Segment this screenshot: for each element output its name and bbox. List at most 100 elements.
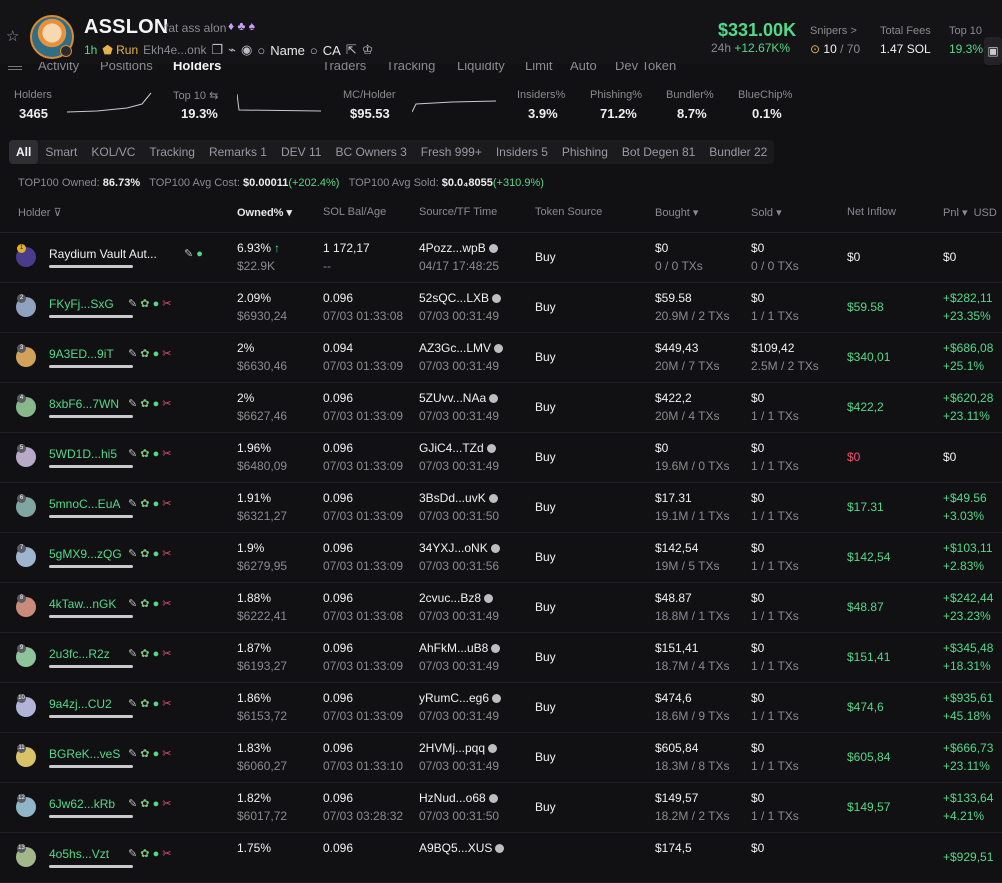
table-row[interactable]: 11 BGReK...veS ✎ ✿ ● ✂ 1.83% $6060,27 0.… [0, 733, 1002, 783]
share-icon[interactable]: ⇱ [346, 42, 357, 58]
holder-tags: ✎ ✿ ● ✂ [128, 547, 172, 560]
table-row[interactable]: 12 6Jw62...kRb ✎ ✿ ● ✂ 1.82% $6017,72 0.… [0, 783, 1002, 833]
funding-source[interactable]: 52sQC...LXB [419, 291, 502, 305]
column-holder[interactable]: Holder ⊽ [18, 206, 62, 219]
table-row[interactable]: 1 Raydium Vault Aut... ✎ ● 6.93% $22.9K … [0, 233, 1002, 283]
holder-address[interactable]: BGReK...veS [49, 747, 120, 761]
holder-address[interactable]: 4kTaw...nGK [49, 597, 116, 611]
funding-source[interactable]: AhFkM...uB8 [419, 641, 501, 655]
holder-address[interactable]: 9A3ED...9iT [49, 347, 114, 361]
funding-source[interactable]: yRumC...eg6 [419, 691, 502, 705]
filter-dev[interactable]: DEV 11 [274, 140, 328, 164]
run-badge[interactable]: ⬟ Run [102, 43, 138, 57]
funding-source[interactable]: A9BQ5...XUS [419, 841, 505, 855]
search-ca-link[interactable]: CA [323, 43, 341, 58]
tab-dev-token[interactable]: Dev Token [615, 62, 676, 73]
chain-icon[interactable]: ◉ [241, 42, 252, 58]
filter-bundler[interactable]: Bundler 22 [702, 140, 774, 164]
snipers-label[interactable]: Snipers > [810, 25, 857, 37]
edit-remark-icon[interactable]: ✎ [128, 598, 137, 610]
crown-icon[interactable]: ♔ [362, 42, 374, 58]
phishing-icon: ✂ [162, 748, 172, 760]
token-address[interactable]: Ekh4e...onk [143, 43, 206, 57]
edit-remark-icon[interactable]: ✎ [128, 448, 137, 460]
tab-tracking[interactable]: Tracking [386, 62, 435, 73]
filter-all[interactable]: All [9, 140, 39, 164]
table-row[interactable]: 4 8xbF6...7WN ✎ ✿ ● ✂ 2% $6627,46 0.096 … [0, 383, 1002, 433]
holder-address[interactable]: 4o5hs...Vzt [49, 847, 109, 861]
filter-tracking[interactable]: Tracking [142, 140, 202, 164]
column-sold[interactable]: Sold ▾ [751, 206, 782, 219]
favorite-star-icon[interactable]: ☆ [6, 29, 20, 44]
column-token-source[interactable]: Token Source [535, 206, 602, 218]
table-row[interactable]: 10 9a4zj...CU2 ✎ ✿ ● ✂ 1.86% $6153,72 0.… [0, 683, 1002, 733]
funding-source[interactable]: HzNud...o68 [419, 791, 498, 805]
edit-remark-icon[interactable]: ✎ [128, 698, 137, 710]
funding-source[interactable]: 2cvuc...Bz8 [419, 591, 494, 605]
holder-address[interactable]: 5gMX9...zQG [49, 547, 122, 561]
column-sol-bal[interactable]: SOL Bal/Age [323, 206, 386, 218]
holder-address[interactable]: Raydium Vault Aut... [49, 247, 157, 261]
funding-source[interactable]: 4Pozz...wpB [419, 241, 498, 255]
edit-remark-icon[interactable]: ✎ [128, 398, 137, 410]
tab-activity[interactable]: Activity [38, 62, 79, 73]
filter-kol-vc[interactable]: KOL/VC [84, 140, 142, 164]
column-net-inflow[interactable]: Net Inflow [847, 206, 896, 218]
snipers-value[interactable]: ⊙ 10 / 70 [810, 42, 860, 56]
edit-remark-icon[interactable]: ✎ [128, 648, 137, 660]
filter-remarks[interactable]: Remarks 1 [202, 140, 274, 164]
edit-remark-icon[interactable]: ✎ [128, 798, 137, 810]
column-owned[interactable]: Owned% ▾ [237, 206, 292, 219]
funding-source[interactable]: GJiC4...TZd [419, 441, 496, 455]
table-row[interactable]: 6 5mnoC...EuA ✎ ✿ ● ✂ 1.91% $6321,27 0.0… [0, 483, 1002, 533]
edit-remark-icon[interactable]: ✎ [128, 498, 137, 510]
drag-handle-icon[interactable] [8, 66, 22, 70]
edit-remark-icon[interactable]: ✎ [184, 248, 193, 260]
search-ca-icon[interactable]: ○ [310, 43, 318, 58]
column-pnl[interactable]: Pnl ▾ USD [943, 206, 997, 219]
filter-smart[interactable]: Smart [38, 140, 84, 164]
edit-remark-icon[interactable]: ✎ [128, 748, 137, 760]
edit-remark-icon[interactable]: ✎ [128, 548, 137, 560]
funding-source[interactable]: 34YXJ...oNK [419, 541, 500, 555]
table-row[interactable]: 7 5gMX9...zQG ✎ ✿ ● ✂ 1.9% $6279,95 0.09… [0, 533, 1002, 583]
funding-source[interactable]: 5ZUvv...NAa [419, 391, 499, 405]
funding-source[interactable]: AZ3Gc...LMV [419, 341, 504, 355]
column-source[interactable]: Source/TF Time [419, 206, 497, 218]
funding-source[interactable]: 3BsDd...uvK [419, 491, 498, 505]
table-row[interactable]: 5 5WD1D...hi5 ✎ ✿ ● ✂ 1.96% $6480,09 0.0… [0, 433, 1002, 483]
tab-traders[interactable]: Traders [322, 62, 366, 73]
filter-fresh[interactable]: Fresh 999+ [414, 140, 489, 164]
table-row[interactable]: 8 4kTaw...nGK ✎ ✿ ● ✂ 1.88% $6222,41 0.0… [0, 583, 1002, 633]
tab-positions[interactable]: Positions [100, 62, 153, 73]
website-icon[interactable]: ⌁ [228, 42, 236, 58]
holder-address[interactable]: 5WD1D...hi5 [49, 447, 117, 461]
filter-bot-degen[interactable]: Bot Degen 81 [615, 140, 702, 164]
holder-address[interactable]: 2u3fc...R2z [49, 647, 110, 661]
edit-remark-icon[interactable]: ✎ [128, 298, 137, 310]
table-row[interactable]: 9 2u3fc...R2z ✎ ✿ ● ✂ 1.87% $6193,27 0.0… [0, 633, 1002, 683]
funding-source[interactable]: 2HVMj...pqq [419, 741, 498, 755]
search-name-icon[interactable]: ○ [257, 43, 265, 58]
copy-icon[interactable]: ❐ [212, 42, 224, 58]
holder-address[interactable]: FKyFj...SxG [49, 297, 114, 311]
holder-address[interactable]: 5mnoC...EuA [49, 497, 120, 511]
table-row[interactable]: 2 FKyFj...SxG ✎ ✿ ● ✂ 2.09% $6930,24 0.0… [0, 283, 1002, 333]
table-row[interactable]: 3 9A3ED...9iT ✎ ✿ ● ✂ 2% $6630,46 0.094 … [0, 333, 1002, 383]
edit-remark-icon[interactable]: ✎ [128, 848, 137, 860]
holder-address[interactable]: 9a4zj...CU2 [49, 697, 112, 711]
filter-bc-owners[interactable]: BC Owners 3 [328, 140, 413, 164]
expand-panel-icon[interactable]: ▣ [984, 37, 1002, 65]
tab-liquidity[interactable]: Liquidity [457, 62, 505, 73]
tab-limit[interactable]: Limit [525, 62, 552, 73]
holder-address[interactable]: 6Jw62...kRb [49, 797, 115, 811]
search-name-link[interactable]: Name [270, 43, 305, 58]
column-bought[interactable]: Bought ▾ [655, 206, 698, 219]
tab-holders[interactable]: Holders [173, 62, 221, 73]
edit-remark-icon[interactable]: ✎ [128, 348, 137, 360]
table-row[interactable]: 13 4o5hs...Vzt ✎ ✿ ● ✂ 1.75% 0.096 A9BQ5… [0, 833, 1002, 883]
filter-insiders[interactable]: Insiders 5 [489, 140, 555, 164]
filter-phishing[interactable]: Phishing [555, 140, 615, 164]
holder-address[interactable]: 8xbF6...7WN [49, 397, 119, 411]
tab-auto[interactable]: Auto [570, 62, 597, 73]
